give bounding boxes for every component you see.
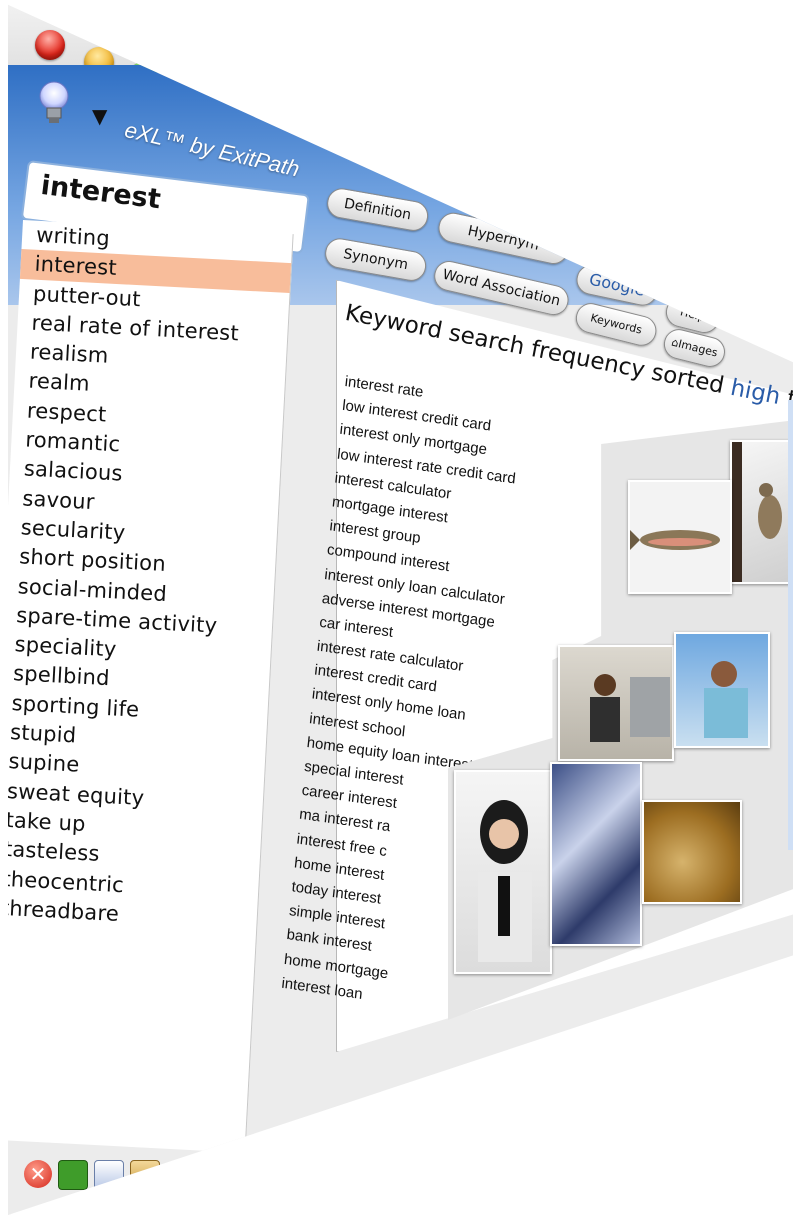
businesswoman-image[interactable] [454,770,552,974]
word-list-panel[interactable]: writing interest putter-out real rate of in… [8,220,294,1153]
images-label: Images [676,337,720,360]
word-list[interactable]: writing interest putter-out real rate of in… [8,220,293,936]
copy-icon[interactable] [94,1160,124,1190]
close-icon[interactable]: ✕ [24,1160,52,1188]
abstract-image[interactable] [550,762,642,946]
coins-image[interactable] [642,800,742,904]
keywords-button[interactable]: Keywords [572,300,660,349]
man-phone-image[interactable] [674,632,770,748]
search-value: interest [39,169,163,216]
bottom-toolbar: ✕ [24,1160,160,1190]
results-scrollbar[interactable] [788,400,793,850]
close-window-button[interactable] [35,30,65,60]
save-icon[interactable] [58,1160,88,1190]
woman-reading-image[interactable] [558,645,674,761]
bulb-icon[interactable] [34,80,74,126]
deer-image[interactable] [730,440,793,584]
window-title: eXpert Lingo [473,185,571,228]
paste-icon[interactable] [130,1160,160,1190]
app-window: ▼ eXL™ by ExitPath interest writing inter… [8,4,793,1215]
trout-image[interactable] [628,480,732,594]
menu-dropdown-icon[interactable]: ▼ [92,104,107,128]
